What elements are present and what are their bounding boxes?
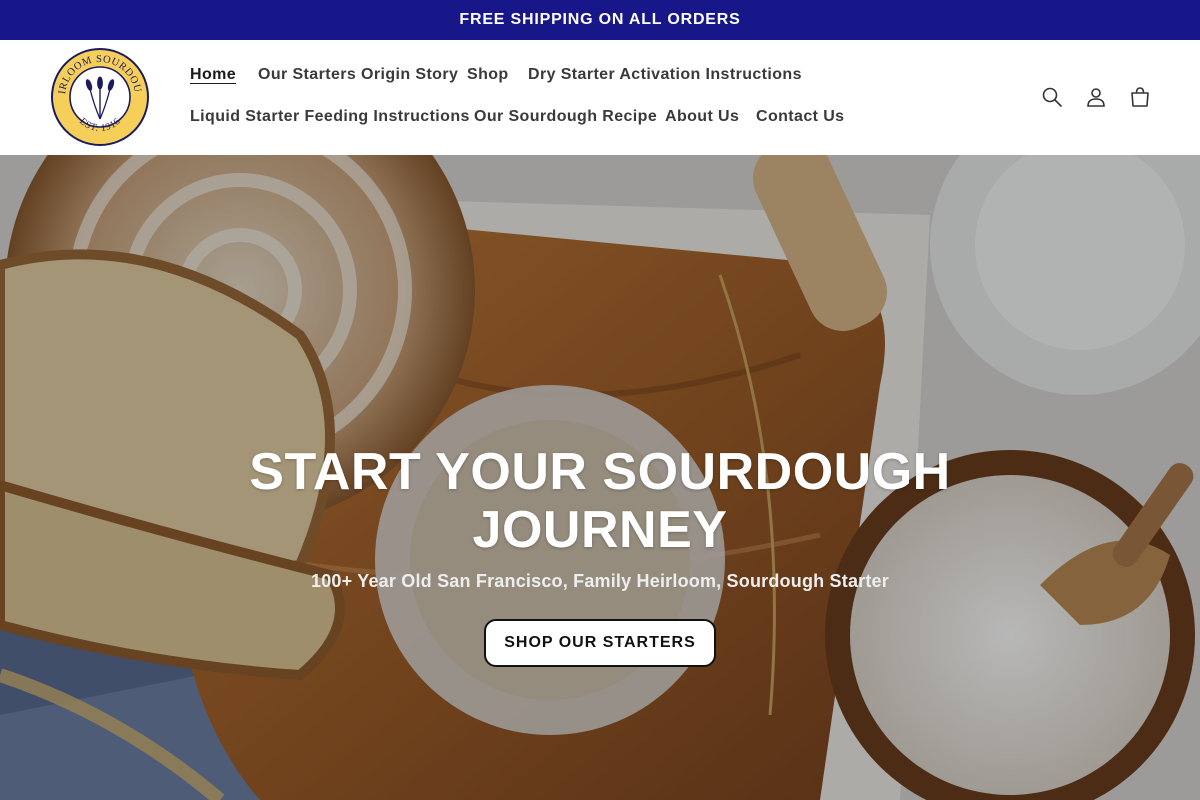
hero-banner: START YOUR SOURDOUGH JOURNEY 100+ Year O… <box>0 155 1200 800</box>
site-header: HEIRLOOM SOURDOUGH EST. 1916 Home Our St… <box>0 39 1200 155</box>
account-icon[interactable] <box>1084 85 1108 109</box>
nav-item-home[interactable]: Home <box>190 66 236 84</box>
nav-item-shop[interactable]: Shop <box>467 66 509 84</box>
shop-our-starters-button[interactable]: SHOP OUR STARTERS <box>484 619 716 667</box>
hero-subheading: 100+ Year Old San Francisco, Family Heir… <box>311 571 889 591</box>
announcement-bar: FREE SHIPPING ON ALL ORDERS <box>0 0 1200 40</box>
logo-badge: HEIRLOOM SOURDOUGH EST. 1916 <box>46 39 149 146</box>
nav-item-origin-story[interactable]: Our Starters Origin Story <box>258 66 458 84</box>
nav-item-sourdough-recipe[interactable]: Our Sourdough Recipe <box>474 108 657 126</box>
site-logo[interactable]: HEIRLOOM SOURDOUGH EST. 1916 <box>46 39 150 147</box>
search-icon[interactable] <box>1040 85 1064 109</box>
hero-heading: START YOUR SOURDOUGH JOURNEY <box>249 443 951 559</box>
nav-item-dry-starter-instructions[interactable]: Dry Starter Activation Instructions <box>528 66 802 84</box>
announcement-text: FREE SHIPPING ON ALL ORDERS <box>459 11 741 28</box>
nav-item-about-us[interactable]: About Us <box>665 108 739 126</box>
cart-icon[interactable] <box>1128 85 1152 109</box>
nav-item-contact-us[interactable]: Contact Us <box>756 108 844 126</box>
nav-item-liquid-starter-instructions[interactable]: Liquid Starter Feeding Instructions <box>190 108 470 126</box>
